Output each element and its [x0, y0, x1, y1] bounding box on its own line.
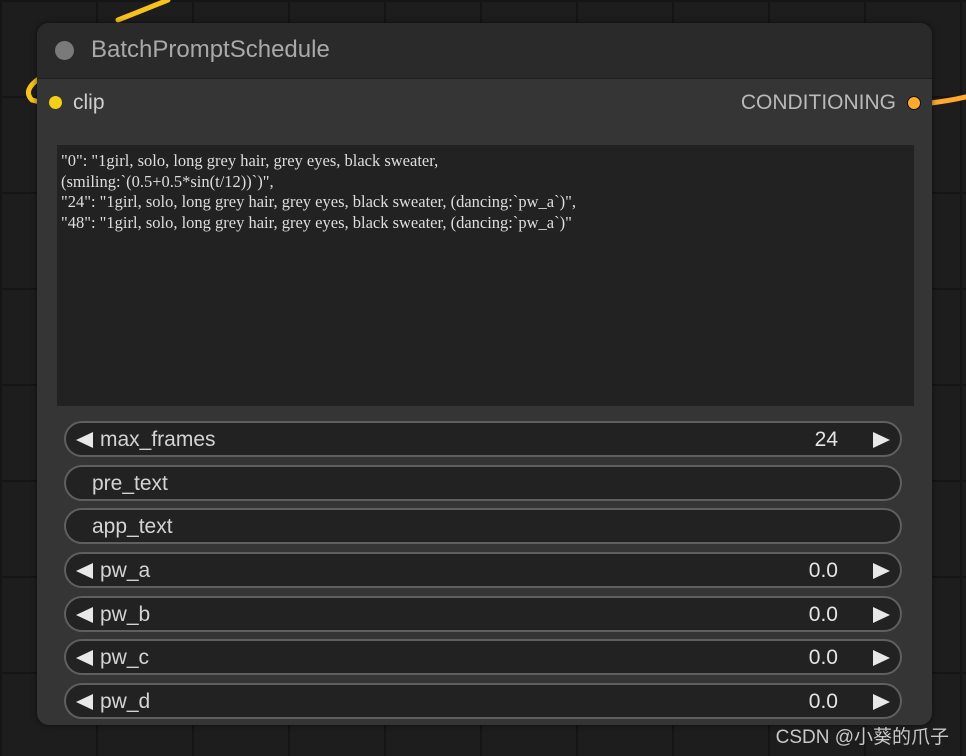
pw-c-stepper[interactable]: pw_c 0.0: [64, 639, 902, 675]
max-frames-label: max_frames: [100, 428, 216, 451]
conditioning-output-slot-icon[interactable]: [907, 96, 921, 110]
pw-a-label: pw_a: [100, 559, 151, 582]
pw-d-stepper[interactable]: pw_d 0.0: [64, 683, 902, 719]
pw-b-value: 0.0: [808, 603, 838, 626]
increment-arrow-icon[interactable]: [873, 650, 890, 666]
pw-b-stepper[interactable]: pw_b 0.0: [64, 596, 902, 632]
max-frames-stepper[interactable]: max_frames 24: [64, 421, 902, 457]
prompt-line: (smiling:`(0.5+0.5*sin(t/12))`)",: [61, 171, 274, 191]
pw-a-value: 0.0: [808, 559, 838, 582]
collapse-toggle-icon[interactable]: [55, 41, 74, 60]
prompt-line: "0": "1girl, solo, long grey hair, grey …: [61, 151, 439, 170]
batch-prompt-schedule-node[interactable]: BatchPromptSchedule clip CONDITIONING "0…: [37, 23, 932, 725]
watermark: CSDN @小葵的爪子: [775, 727, 949, 748]
pre-text-input[interactable]: pre_text: [64, 465, 902, 501]
app-text-input[interactable]: app_text: [64, 508, 902, 544]
increment-arrow-icon[interactable]: [873, 607, 890, 623]
decrement-arrow-icon[interactable]: [76, 607, 93, 623]
decrement-arrow-icon[interactable]: [76, 563, 93, 579]
max-frames-value: 24: [814, 428, 838, 451]
clip-input-slot-icon[interactable]: [49, 96, 62, 109]
increment-arrow-icon[interactable]: [873, 432, 890, 448]
pw-d-label: pw_d: [100, 690, 151, 713]
prompt-line: "24": "1girl, solo, long grey hair, grey…: [61, 192, 576, 211]
decrement-arrow-icon[interactable]: [76, 432, 93, 448]
pw-d-value: 0.0: [808, 690, 838, 713]
node-header[interactable]: BatchPromptSchedule: [37, 23, 932, 79]
node-title: BatchPromptSchedule: [91, 36, 330, 63]
pw-c-value: 0.0: [808, 646, 838, 669]
decrement-arrow-icon[interactable]: [76, 694, 93, 710]
conditioning-output-label: CONDITIONING: [740, 91, 896, 114]
pre-text-label: pre_text: [92, 472, 168, 495]
pw-b-label: pw_b: [100, 603, 151, 626]
prompt-schedule-textarea[interactable]: "0": "1girl, solo, long grey hair, grey …: [57, 145, 914, 406]
pw-a-stepper[interactable]: pw_a 0.0: [64, 552, 902, 588]
clip-input-label: clip: [73, 91, 105, 114]
pw-c-label: pw_c: [100, 646, 150, 669]
app-text-label: app_text: [92, 515, 173, 538]
increment-arrow-icon[interactable]: [873, 563, 890, 579]
decrement-arrow-icon[interactable]: [76, 650, 93, 666]
increment-arrow-icon[interactable]: [873, 694, 890, 710]
prompt-line: "48": "1girl, solo, long grey hair, grey…: [61, 212, 572, 232]
